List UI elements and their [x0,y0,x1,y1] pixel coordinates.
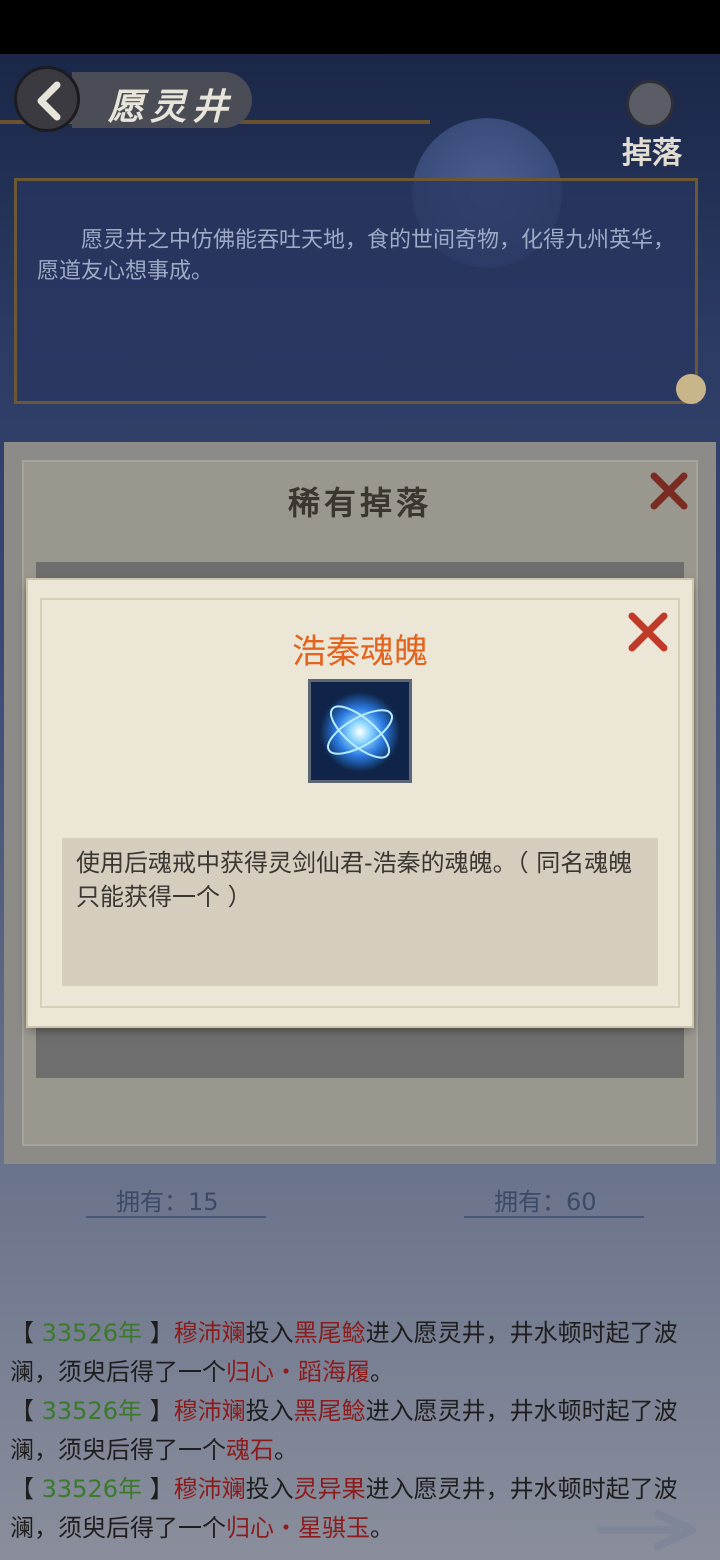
log-year: 33526年 [41,1397,142,1425]
item-description-box: 使用后魂戒中获得灵剑仙君-浩秦的魂魄。（ 同名魂魄只能获得一个 ） [62,838,658,986]
drops-button[interactable]: 掉落 [612,70,692,171]
soul-orb-icon [308,679,412,783]
log-player: 穆沛斓 [173,1475,246,1503]
owned-underline [86,1216,266,1218]
log-year: 33526年 [41,1475,142,1503]
panel-ornament [676,374,706,404]
log-result: 归心・蹈海履 [226,1358,370,1386]
log-text: 投入 [245,1397,294,1425]
rare-close-button[interactable] [648,470,690,516]
owned-underline [464,1216,644,1218]
gear-icon [626,80,674,128]
log-text: 投入 [245,1319,294,1347]
log-text: 。 [370,1358,394,1386]
item-description: 使用后魂戒中获得灵剑仙君-浩秦的魂魄。（ 同名魂魄只能获得一个 ） [76,849,633,911]
log-offering: 灵异果 [293,1475,366,1503]
page-title: 愿灵井 [108,86,235,128]
back-button[interactable] [14,66,80,132]
arrow-right-icon [596,1510,696,1550]
log-entry: 【 33526年 】穆沛斓投入黑尾鲶进入愿灵井，井水顿时起了波澜，须臾后得了一个… [10,1319,678,1386]
chevron-left-icon [37,81,61,121]
log-text: 。 [370,1514,394,1542]
log-result: 魂石 [226,1436,274,1464]
close-icon [650,472,688,510]
log-text: 投入 [245,1475,294,1503]
status-bar [0,0,720,54]
description-panel: 愿灵井之中仿佛能吞吐天地，食的世间奇物，化得九州英华，愿道友心想事成。 [14,178,698,404]
popup-close-button[interactable] [626,610,670,658]
log-player: 穆沛斓 [173,1319,246,1347]
log-player: 穆沛斓 [173,1397,246,1425]
rare-drops-title: 稀有掉落 [287,484,432,522]
drops-label: 掉落 [622,136,682,171]
log-offering: 黑尾鲶 [293,1319,366,1347]
log-year: 33526年 [41,1319,142,1347]
log-offering: 黑尾鲶 [293,1397,366,1425]
item-name: 浩秦魂魄 [292,632,428,672]
close-icon [628,612,668,652]
next-arrow-button[interactable] [596,1508,700,1556]
owned-count: 拥有：15 [116,1188,219,1216]
description-text: 愿灵井之中仿佛能吞吐天地，食的世间奇物，化得九州英华，愿道友心想事成。 [37,228,676,284]
log-entry: 【 33526年 】穆沛斓投入黑尾鲶进入愿灵井，井水顿时起了波澜，须臾后得了一个… [10,1397,678,1464]
owned-count: 拥有：60 [494,1188,597,1216]
log-result: 归心・星骐玉 [226,1514,370,1542]
log-text: 。 [274,1436,298,1464]
